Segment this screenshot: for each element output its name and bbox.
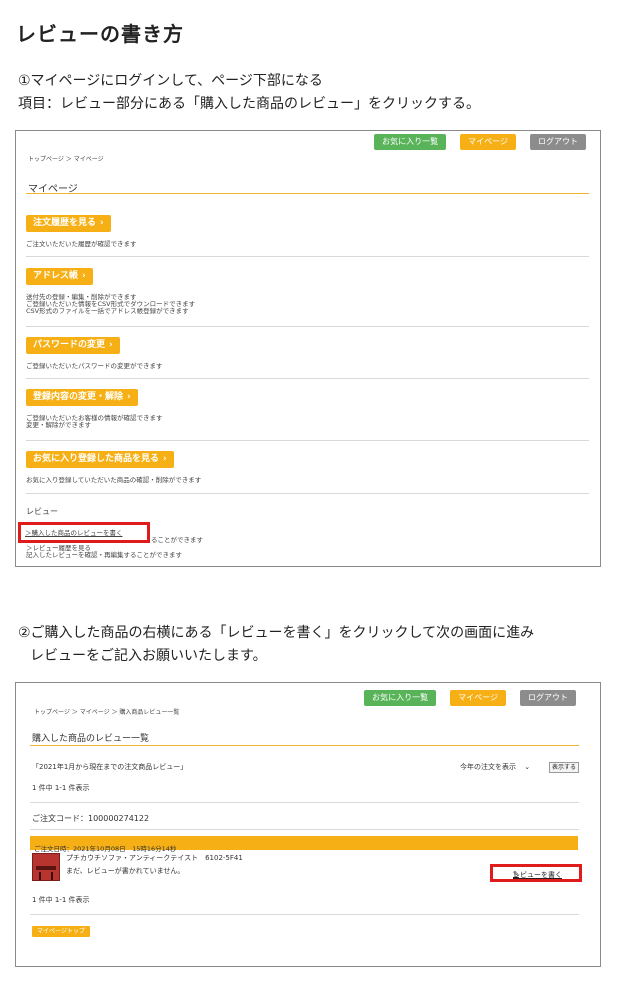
list-divider: [30, 914, 579, 915]
order-history-button[interactable]: 注文履歴を見る ›: [26, 215, 111, 232]
order-code: ご注文コード：100000274122: [32, 814, 150, 823]
chevron-right-icon: ›: [100, 218, 104, 228]
section-divider: [26, 493, 589, 494]
address-book-label: アドレス帳: [33, 271, 79, 281]
mypage-top-button[interactable]: マイページトップ: [32, 926, 90, 937]
not-reviewed-text: まだ、レビューが書かれていません。: [66, 867, 185, 875]
order-history-desc: ご注文いただいた履歴が確認できます: [26, 240, 137, 248]
edit-registration-button[interactable]: 登録内容の変更・解除 ›: [26, 389, 138, 406]
order-history-label: 注文履歴を見る: [33, 218, 97, 228]
favorite-products-desc: お気に入り登録していただいた商品の確認・削除ができます: [26, 476, 202, 484]
step2-instruction-line1: ②ご購入した商品の右横にある「レビューを書く」をクリックして次の画面に進み: [18, 625, 535, 641]
chevron-right-icon: ›: [82, 271, 86, 281]
order-date-bar: ご注文日時：2021年10月08日 15時16分14秒: [30, 836, 578, 853]
change-password-label: パスワードの変更: [33, 340, 106, 350]
breadcrumb[interactable]: トップページ ＞ マイページ ＞ 購入商品レビュー一覧: [34, 707, 179, 716]
heading-divider: [26, 193, 589, 194]
product-thumbnail[interactable]: [32, 853, 60, 881]
review-link1-desc: ることができます: [151, 536, 203, 544]
write-review-highlight: ✎ レビューを書く: [490, 864, 582, 882]
address-book-button[interactable]: アドレス帳 ›: [26, 268, 93, 285]
period-select[interactable]: 今年の注文を表示 ⌄: [460, 762, 530, 772]
result-count-bottom: 1 件中 1-1 件表示: [32, 896, 90, 904]
result-count-top: 1 件中 1-1 件表示: [32, 784, 90, 792]
favorite-products-label: お気に入り登録した商品を見る: [33, 454, 160, 464]
write-review-link[interactable]: レビューを書く: [513, 870, 562, 880]
section-divider: [26, 326, 589, 327]
review-write-link[interactable]: ＞購入した商品のレビューを書く: [25, 530, 123, 537]
review-list-screenshot: お気に入り一覧 マイページ ログアウト トップページ ＞ マイページ ＞ 購入商…: [15, 682, 601, 967]
show-button[interactable]: 表示する: [549, 762, 580, 773]
chevron-right-icon: ›: [109, 340, 113, 350]
mypage-button[interactable]: マイページ: [460, 134, 516, 150]
chevron-right-icon: ›: [127, 392, 131, 402]
review-history-desc: 記入したレビューを確認・再編集することができます: [26, 551, 182, 559]
step2-instruction-line2: レビューをご記入お願いいたします。: [30, 648, 267, 664]
page-title: レビューの書き方: [16, 22, 184, 46]
order-divider: [30, 829, 579, 830]
review-list-heading: 購入した商品のレビュー一覧: [32, 734, 150, 744]
mypage-screenshot: お気に入り一覧 マイページ ログアウト トップページ ＞ マイページ マイページ…: [15, 130, 601, 567]
logout-button[interactable]: ログアウト: [530, 134, 586, 150]
chevron-down-icon: ⌄: [524, 763, 531, 771]
step1-instruction-line1: ①マイページにログインして、ページ下部になる: [18, 73, 323, 89]
section-divider: [26, 378, 589, 379]
header-buttons: お気に入り一覧 マイページ ログアウト: [374, 134, 586, 150]
period-label: 「2021年1月から現在までの注文商品レビュー」: [32, 763, 188, 771]
period-select-value: 今年の注文を表示: [460, 763, 516, 771]
header-buttons: お気に入り一覧 マイページ ログアウト: [364, 690, 576, 706]
favorites-button[interactable]: お気に入り一覧: [374, 134, 447, 150]
chevron-right-icon: ›: [163, 454, 167, 464]
step1-instruction-line2: 項目：レビュー部分にある「購入した商品のレビュー」をクリックする。: [18, 96, 480, 112]
section-divider: [26, 440, 589, 441]
product-name[interactable]: プチカウチソファ・アンティークテイスト 6102-5F41: [66, 853, 243, 863]
edit-registration-label: 登録内容の変更・解除: [33, 392, 124, 402]
change-password-button[interactable]: パスワードの変更 ›: [26, 337, 120, 354]
mypage-button[interactable]: マイページ: [450, 690, 506, 706]
edit-registration-desc-2: 変更・解除ができます: [26, 421, 91, 429]
favorite-products-button[interactable]: お気に入り登録した商品を見る ›: [26, 451, 174, 468]
logout-button[interactable]: ログアウト: [520, 690, 576, 706]
order-date: ご注文日時：2021年10月08日 15時16分14秒: [34, 845, 177, 853]
review-label: レビュー: [26, 507, 58, 516]
breadcrumb[interactable]: トップページ ＞ マイページ: [28, 154, 104, 163]
address-book-desc-3: CSV形式のファイルを一括でアドレス帳登録ができます: [26, 307, 189, 315]
section-divider: [26, 256, 589, 257]
heading-divider: [30, 745, 579, 746]
list-divider: [30, 802, 579, 803]
change-password-desc: ご登録いただいたパスワードの変更ができます: [26, 362, 163, 370]
favorites-button[interactable]: お気に入り一覧: [364, 690, 437, 706]
